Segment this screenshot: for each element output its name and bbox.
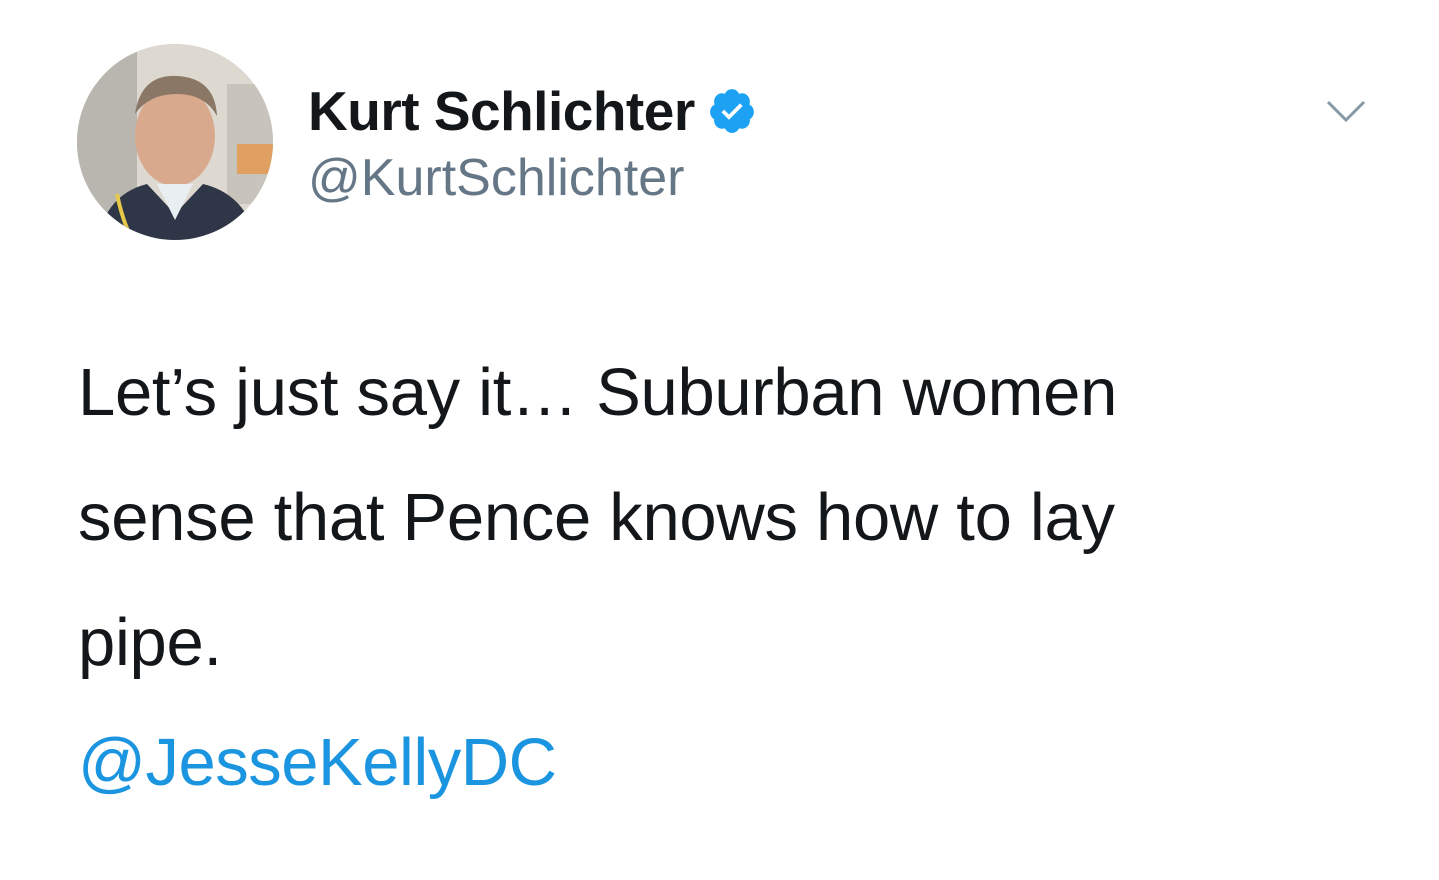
avatar-photo [77, 44, 273, 240]
author-handle[interactable]: @KurtSchlichter [308, 148, 684, 208]
chevron-down-icon[interactable] [1322, 94, 1370, 130]
author-avatar[interactable] [77, 44, 273, 240]
tweet-text-line: Let’s just say it… Suburban women [78, 355, 1118, 430]
tweet-text: Let’s just say it… Suburban women sense … [78, 330, 1378, 705]
tweet-text-line: pipe. [78, 605, 222, 680]
tweet-card: Kurt Schlichter @KurtSchlichter Let’s ju… [0, 0, 1439, 880]
tweet-text-line: sense that Pence knows how to lay [78, 480, 1115, 555]
author-name-row: Kurt Schlichter [308, 76, 757, 146]
author-display-name[interactable]: Kurt Schlichter [308, 79, 695, 143]
mention-link[interactable]: @JesseKellyDC [78, 724, 557, 801]
verified-badge-icon [707, 86, 757, 136]
